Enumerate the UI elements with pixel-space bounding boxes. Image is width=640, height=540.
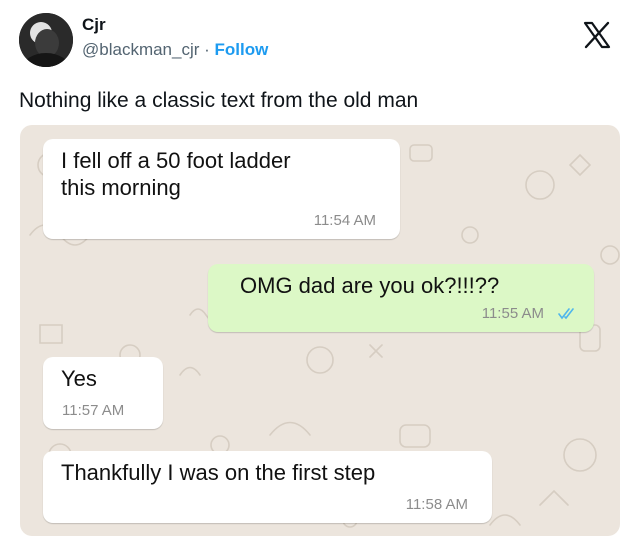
author-meta: @blackman_cjr · Follow <box>82 39 268 61</box>
message-text-line: Thankfully I was on the first step <box>61 460 376 485</box>
message-text-line: this morning <box>61 175 181 200</box>
chat-screenshot: I fell off a 50 foot ladder this morning… <box>20 125 620 536</box>
x-logo-icon[interactable] <box>582 20 612 50</box>
message-bubble-incoming[interactable]: I fell off a 50 foot ladder this morning… <box>43 139 400 239</box>
meta-separator: · <box>199 40 215 59</box>
message-timestamp: 11:55 AM <box>481 305 544 322</box>
follow-button[interactable]: Follow <box>215 40 269 59</box>
message-text-line: Yes <box>61 366 97 391</box>
message-timestamp: 11:58 AM <box>405 496 468 513</box>
avatar-photo <box>19 13 73 67</box>
message-timestamp: 11:54 AM <box>313 212 376 229</box>
message-bubble-incoming[interactable]: Thankfully I was on the first step 11:58… <box>43 451 492 523</box>
tweet-text: Nothing like a classic text from the old… <box>19 89 419 112</box>
message-text-line: OMG dad are you ok?!!!?? <box>240 273 500 298</box>
message-bubble-outgoing[interactable]: OMG dad are you ok?!!!?? 11:55 AM <box>208 264 594 332</box>
author-display-name[interactable]: Cjr <box>82 15 268 35</box>
author-block: Cjr @blackman_cjr · Follow <box>82 15 268 61</box>
double-check-icon <box>558 308 574 320</box>
avatar[interactable] <box>19 13 73 67</box>
message-text-line: I fell off a 50 foot ladder <box>61 148 291 173</box>
author-handle[interactable]: @blackman_cjr <box>82 40 199 59</box>
message-bubble-incoming[interactable]: Yes 11:57 AM <box>43 357 163 429</box>
message-timestamp: 11:57 AM <box>62 402 125 419</box>
